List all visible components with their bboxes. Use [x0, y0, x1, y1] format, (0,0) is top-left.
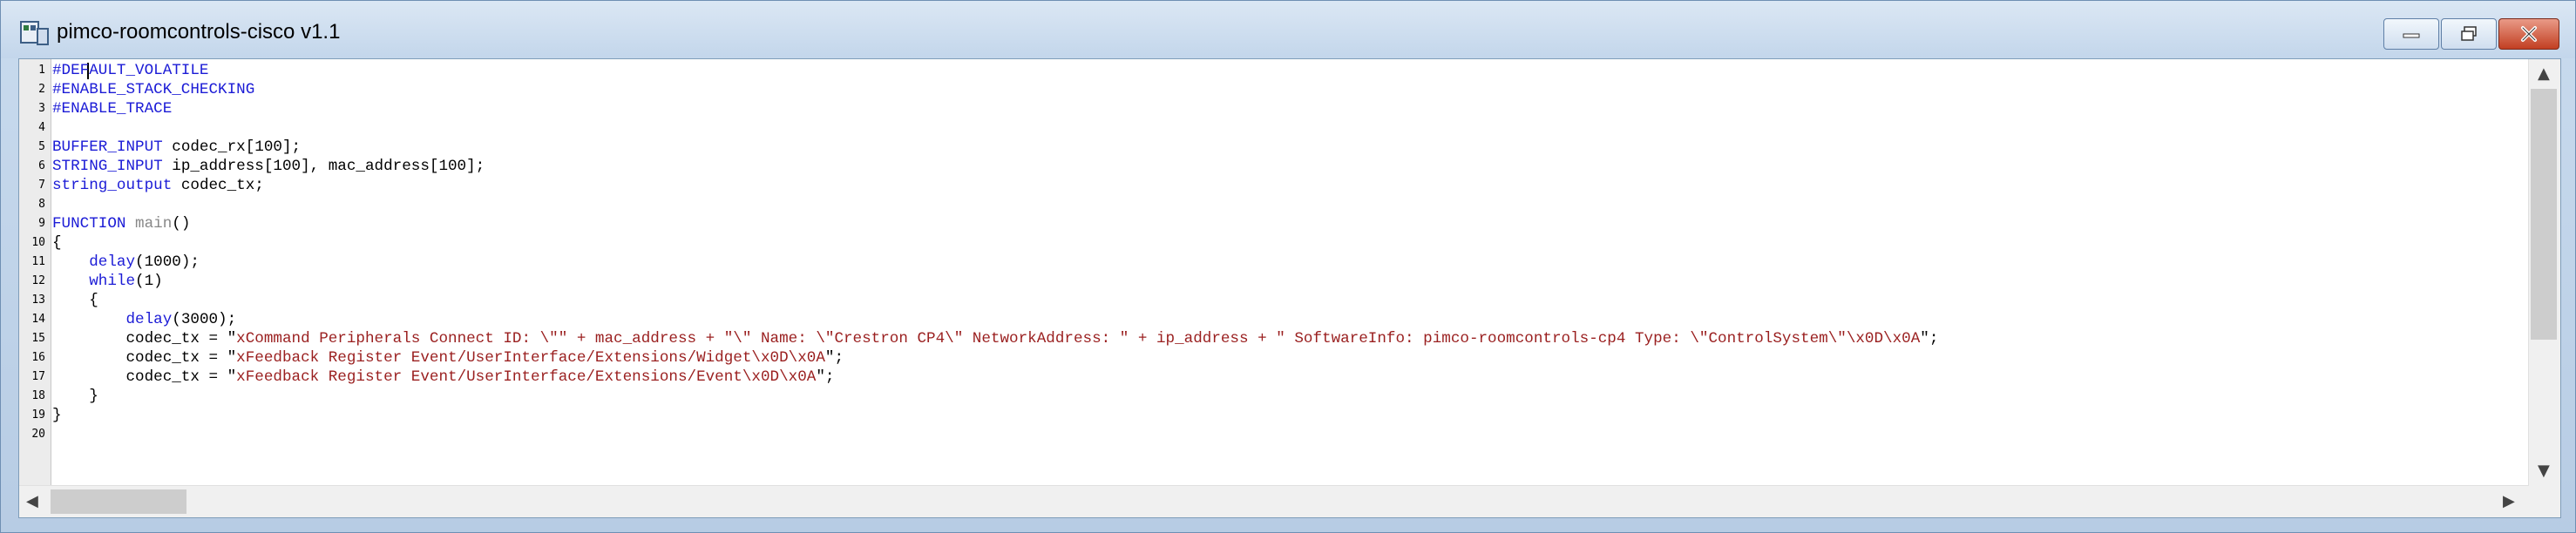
code-line: string_output codec_tx;: [52, 176, 264, 195]
line-number: 2: [38, 83, 45, 96]
code-token: codec_tx;: [172, 177, 264, 194]
code-line: codec_tx = "xCommand Peripherals Connect…: [52, 329, 1938, 348]
code-line: {: [52, 291, 98, 310]
line-number: 4: [38, 121, 45, 134]
line-number: 14: [31, 313, 45, 326]
line-number: 12: [31, 274, 45, 287]
line-number: 16: [31, 351, 45, 364]
keyword-token: delay: [125, 311, 173, 328]
code-editor[interactable]: 1 2 3 4 5 6 7 8 9 10 11 12 13 14 15 16 17 18 19 20 #DEFAULT…: [18, 58, 2561, 518]
code-token: ";: [816, 368, 835, 386]
code-area[interactable]: #DEFAULT_VOLATILE #ENABLE_STACK_CHECKING #…: [52, 59, 2529, 486]
line-number: 5: [38, 140, 45, 153]
code-line: BUFFER_INPUT codec_rx[100];: [52, 138, 301, 157]
code-token: (1): [135, 273, 163, 290]
window-title: pimco-roomcontrols-cisco v1.1: [57, 20, 341, 44]
code-token: ip_address[100], mac_address[100];: [162, 158, 485, 175]
line-number: 18: [31, 389, 45, 402]
code-token: }: [52, 407, 62, 424]
line-number: 20: [31, 428, 45, 441]
code-token: ";: [824, 349, 844, 367]
code-line: while(1): [52, 272, 163, 291]
keyword-token: string_output: [52, 177, 173, 194]
keyword-token: BUFFER_INPUT: [52, 138, 163, 156]
line-number: 8: [38, 198, 45, 211]
scroll-right-icon[interactable]: ▶: [2503, 492, 2515, 510]
line-number: 9: [38, 217, 45, 230]
horizontal-scrollbar[interactable]: ◀ ▶: [19, 485, 2529, 517]
code-token: codec_tx = ": [52, 349, 237, 367]
code-line: #DEFAULT_VOLATILE: [52, 61, 209, 80]
line-number: 17: [31, 370, 45, 383]
code-token: codec_tx = ": [52, 330, 237, 347]
code-line: {: [52, 233, 62, 253]
line-number: 10: [31, 236, 45, 249]
function-token: main: [135, 215, 173, 233]
maximize-icon: [2461, 26, 2477, 41]
code-token: }: [52, 388, 98, 405]
string-token: xFeedback Register Event/UserInterface/E…: [236, 368, 817, 386]
string-token: xFeedback Register Event/UserInterface/E…: [236, 349, 825, 367]
line-number: 7: [38, 179, 45, 192]
code-token: {: [52, 292, 98, 309]
line-number: 3: [38, 102, 45, 115]
keyword-token: delay: [89, 253, 136, 271]
code-line: FUNCTION main(): [52, 214, 190, 233]
app-icon: [20, 21, 49, 45]
minimize-button[interactable]: [2383, 18, 2439, 50]
string-token: xCommand Peripherals Connect ID: \"" + m…: [236, 330, 1921, 347]
line-number-gutter: 1 2 3 4 5 6 7 8 9 10 11 12 13 14 15 16 17 18 19 20: [19, 59, 51, 486]
editor-window: pimco-roomcontrols-cisco v1.1 1234567891…: [0, 0, 2576, 533]
code-token: (1000);: [135, 253, 200, 271]
keyword-token: FUNCTION: [52, 215, 126, 233]
code-line: codec_tx = "xFeedback Register Event/Use…: [52, 348, 844, 368]
code-token: codec_rx[100];: [162, 138, 302, 156]
code-token: ";: [1920, 330, 1939, 347]
code-line: delay(3000);: [52, 310, 236, 329]
code-line: }: [52, 406, 62, 425]
scroll-left-icon[interactable]: ◀: [26, 492, 38, 510]
code-line: #ENABLE_STACK_CHECKING: [52, 80, 254, 99]
keyword-token: #ENABLE_STACK_CHECKING: [52, 81, 255, 98]
code-line: codec_tx = "xFeedback Register Event/Use…: [52, 368, 834, 387]
scroll-up-icon[interactable]: ▲: [2538, 64, 2550, 83]
code-token: (3000);: [172, 311, 237, 328]
line-number: 19: [31, 408, 45, 422]
keyword-token: #ENABLE_TRACE: [52, 100, 173, 118]
code-line: }: [52, 387, 98, 406]
minimize-icon: [2403, 33, 2420, 38]
keyword-token: STRING_INPUT: [52, 158, 163, 175]
code-line: STRING_INPUT ip_address[100], mac_addres…: [52, 157, 485, 176]
code-line: delay(1000);: [52, 253, 200, 272]
title-bar[interactable]: pimco-roomcontrols-cisco v1.1: [1, 1, 2575, 58]
close-icon: [2521, 26, 2537, 42]
vertical-scrollbar[interactable]: ▲ ▼: [2528, 59, 2560, 486]
scrollbar-corner: [2529, 486, 2560, 517]
code-token: codec_tx = ": [52, 368, 237, 386]
vertical-scroll-thumb[interactable]: [2531, 89, 2557, 340]
keyword-token: #DEFAULT_VOLATILE: [52, 62, 209, 79]
line-number: 15: [31, 332, 45, 345]
code-token: (): [172, 215, 191, 233]
line-number: 6: [38, 159, 45, 172]
line-number: 13: [31, 293, 45, 307]
keyword-token: while: [89, 273, 136, 290]
scroll-down-icon[interactable]: ▼: [2538, 462, 2550, 480]
line-number: 1: [38, 64, 45, 77]
maximize-button[interactable]: [2441, 18, 2497, 50]
line-number: 11: [31, 255, 45, 268]
code-line: #ENABLE_TRACE: [52, 99, 172, 118]
close-button[interactable]: [2498, 18, 2559, 50]
horizontal-scroll-thumb[interactable]: [51, 489, 186, 514]
code-token: {: [52, 234, 62, 252]
